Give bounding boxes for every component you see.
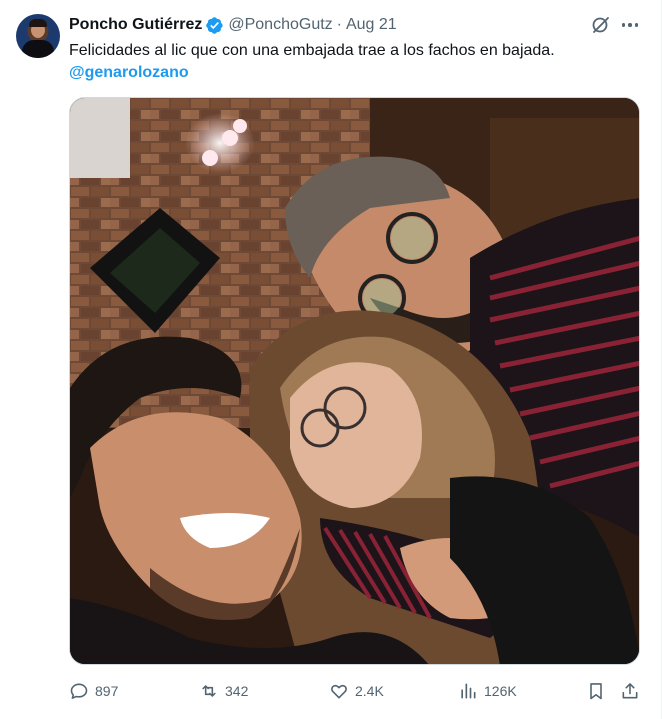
like-icon bbox=[331, 684, 347, 699]
more-icon[interactable] bbox=[620, 15, 640, 35]
repost-button[interactable]: 342 bbox=[199, 680, 248, 702]
repost-icon bbox=[202, 685, 216, 697]
reply-button[interactable]: 897 bbox=[69, 680, 118, 702]
reply-count: 897 bbox=[95, 683, 119, 699]
views-icon bbox=[461, 683, 476, 699]
grok-icon[interactable] bbox=[591, 15, 611, 35]
share-icon bbox=[622, 683, 638, 699]
tweet-body: Felicidades al lic que con una embajada … bbox=[69, 42, 555, 59]
like-count: 2.4K bbox=[355, 683, 384, 699]
tweet-date[interactable]: Aug 21 bbox=[346, 16, 397, 34]
share-button[interactable] bbox=[620, 680, 646, 702]
repost-count: 342 bbox=[225, 683, 249, 699]
bookmark-button[interactable] bbox=[586, 680, 612, 702]
separator-dot: · bbox=[336, 16, 342, 33]
tweet-actions: 897 342 2.4K 126K bbox=[69, 680, 641, 702]
author-avatar[interactable] bbox=[16, 14, 60, 58]
tweet-card[interactable]: Poncho Gutiérrez @PonchoGutz · Aug 21 Fe… bbox=[0, 0, 662, 719]
author-handle[interactable]: @PonchoGutz bbox=[228, 16, 332, 34]
bookmark-icon bbox=[590, 683, 602, 700]
author-name[interactable]: Poncho Gutiérrez bbox=[69, 16, 202, 34]
views-count: 126K bbox=[484, 683, 517, 699]
verified-badge-icon[interactable] bbox=[205, 16, 224, 35]
views-button[interactable]: 126K bbox=[458, 680, 517, 702]
like-button[interactable]: 2.4K bbox=[329, 680, 384, 702]
reply-icon bbox=[70, 683, 88, 699]
tweet-photo[interactable] bbox=[69, 97, 640, 665]
mention-link[interactable]: @genarolozano bbox=[69, 62, 639, 84]
tweet-header: Poncho Gutiérrez @PonchoGutz · Aug 21 bbox=[69, 14, 397, 36]
tweet-text: Felicidades al lic que con una embajada … bbox=[69, 40, 639, 84]
